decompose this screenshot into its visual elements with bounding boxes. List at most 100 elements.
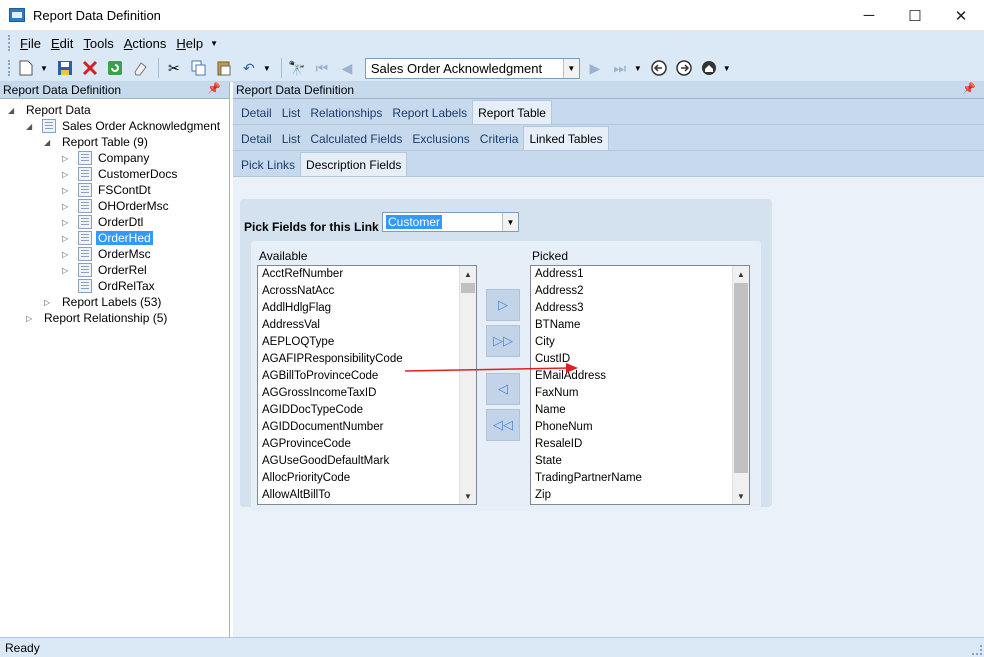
remove-all-fields-button[interactable]: ◁◁ bbox=[486, 409, 520, 441]
menu-help[interactable]: Help bbox=[171, 36, 208, 51]
tree-table-fscontdt[interactable]: ▷ FSContDt bbox=[62, 182, 153, 198]
tab-description-fields[interactable]: Description Fields bbox=[300, 152, 408, 176]
list-item[interactable]: ResaleID bbox=[531, 436, 749, 453]
extra-dropdown-icon[interactable]: ▼ bbox=[723, 64, 731, 73]
scroll-up-icon[interactable]: ▲ bbox=[460, 266, 476, 282]
maximize-button[interactable]: ☐ bbox=[892, 0, 938, 31]
tab-criteria[interactable]: Criteria bbox=[475, 128, 524, 150]
expand-icon[interactable]: ▷ bbox=[62, 250, 72, 259]
delete-icon[interactable] bbox=[79, 57, 101, 79]
list-item[interactable]: AGIDDocumentNumber bbox=[258, 419, 476, 436]
list-item[interactable]: AllocPriorityCode bbox=[258, 470, 476, 487]
expand-icon[interactable]: ▷ bbox=[62, 170, 72, 179]
tree-table-ordreltax[interactable]: OrdRelTax bbox=[62, 278, 157, 294]
scroll-down-icon[interactable]: ▼ bbox=[733, 488, 749, 504]
record-combo[interactable]: Sales Order Acknowledgment ▼ bbox=[364, 57, 580, 79]
expand-icon[interactable]: ▷ bbox=[62, 154, 72, 163]
tab-report-labels[interactable]: Report Labels bbox=[387, 102, 472, 124]
pin-icon[interactable]: 📌 bbox=[207, 82, 221, 95]
list-item[interactable]: Address1 bbox=[531, 266, 749, 283]
list-item[interactable]: FaxNum bbox=[531, 385, 749, 402]
menu-tools[interactable]: Tools bbox=[78, 36, 118, 51]
picked-scrollbar[interactable]: ▲ ▼ bbox=[732, 266, 749, 504]
expand-icon[interactable]: ▷ bbox=[26, 314, 36, 323]
copy-icon[interactable] bbox=[188, 57, 210, 79]
collapse-icon[interactable]: ◢ bbox=[44, 138, 54, 147]
menu-overflow-icon[interactable]: ▼ bbox=[210, 39, 218, 48]
list-item[interactable]: AEPLOQType bbox=[258, 334, 476, 351]
tree-report-relationship[interactable]: ▷ Report Relationship (5) bbox=[26, 310, 169, 326]
add-all-fields-button[interactable]: ▷▷ bbox=[486, 325, 520, 357]
list-item[interactable]: State bbox=[531, 453, 749, 470]
scroll-up-icon[interactable]: ▲ bbox=[733, 266, 749, 282]
tab-pick-links[interactable]: Pick Links bbox=[236, 154, 300, 176]
scroll-thumb[interactable] bbox=[734, 283, 748, 473]
tree-table-ordermsc[interactable]: ▷ OrderMsc bbox=[62, 246, 153, 262]
list-item[interactable]: Address3 bbox=[531, 300, 749, 317]
resize-grip-icon[interactable] bbox=[972, 645, 982, 655]
list-item[interactable]: AcrossNatAcc bbox=[258, 283, 476, 300]
scroll-down-icon[interactable]: ▼ bbox=[460, 488, 476, 504]
undo-dropdown-icon[interactable]: ▼ bbox=[263, 64, 271, 73]
tree-table-orderrel[interactable]: ▷ OrderRel bbox=[62, 262, 149, 278]
list-item[interactable]: Zip bbox=[531, 487, 749, 504]
list-item[interactable]: TradingPartnerName bbox=[531, 470, 749, 487]
new-icon[interactable] bbox=[15, 57, 37, 79]
list-item[interactable]: BTName bbox=[531, 317, 749, 334]
collapse-icon[interactable]: ◢ bbox=[26, 122, 36, 131]
nav-dropdown-icon[interactable]: ▼ bbox=[634, 64, 642, 73]
paste-icon[interactable] bbox=[213, 57, 235, 79]
tree-report-table[interactable]: ◢ Report Table (9) bbox=[44, 134, 150, 150]
cut-icon[interactable]: ✂ bbox=[163, 57, 185, 79]
tree-root[interactable]: ◢ Report Data bbox=[8, 102, 93, 118]
list-item[interactable]: AGIDDocTypeCode bbox=[258, 402, 476, 419]
expand-icon[interactable]: ▷ bbox=[62, 218, 72, 227]
expand-icon[interactable]: ▷ bbox=[62, 202, 72, 211]
tab-table-detail[interactable]: Detail bbox=[236, 128, 277, 150]
pick-fields-combo[interactable]: Customer ▼ bbox=[382, 212, 519, 232]
home-icon[interactable] bbox=[698, 57, 720, 79]
tab-table-list[interactable]: List bbox=[277, 128, 306, 150]
expand-icon[interactable]: ▷ bbox=[44, 298, 54, 307]
list-item[interactable]: AcctRefNumber bbox=[258, 266, 476, 283]
chevron-down-icon[interactable]: ▼ bbox=[562, 58, 579, 78]
undo-icon[interactable]: ↶ bbox=[238, 57, 260, 79]
picked-list[interactable]: Address1 Address2 Address3 BTName City C… bbox=[530, 265, 750, 505]
tab-detail[interactable]: Detail bbox=[236, 102, 277, 124]
tree-table-orderdtl[interactable]: ▷ OrderDtl bbox=[62, 214, 145, 230]
pin-icon[interactable]: 📌 bbox=[962, 82, 976, 95]
tab-exclusions[interactable]: Exclusions bbox=[407, 128, 474, 150]
new-dropdown-icon[interactable]: ▼ bbox=[40, 64, 48, 73]
tab-report-table[interactable]: Report Table bbox=[472, 100, 552, 124]
expand-icon[interactable]: ▷ bbox=[62, 266, 72, 275]
list-item[interactable]: AGGrossIncomeTaxID bbox=[258, 385, 476, 402]
list-item[interactable]: AddlHdlgFlag bbox=[258, 300, 476, 317]
list-item[interactable]: AGProvinceCode bbox=[258, 436, 476, 453]
list-item[interactable]: PhoneNum bbox=[531, 419, 749, 436]
previous-record-icon[interactable]: ◀ bbox=[336, 57, 358, 79]
last-record-icon[interactable]: ⏭ bbox=[609, 57, 631, 79]
available-list[interactable]: AcctRefNumber AcrossNatAcc AddlHdlgFlag … bbox=[257, 265, 477, 505]
expand-icon[interactable]: ▷ bbox=[62, 234, 72, 243]
menu-edit[interactable]: Edit bbox=[46, 36, 78, 51]
close-button[interactable]: ✕ bbox=[938, 0, 984, 31]
search-icon[interactable]: 🔭 bbox=[286, 57, 308, 79]
menu-actions[interactable]: Actions bbox=[119, 36, 172, 51]
chevron-down-icon[interactable]: ▼ bbox=[502, 213, 518, 231]
add-field-button[interactable]: ▷ bbox=[486, 289, 520, 321]
tree-table-orderhed[interactable]: ▷ OrderHed bbox=[62, 230, 153, 246]
tree-table-ohordermsc[interactable]: ▷ OHOrderMsc bbox=[62, 198, 171, 214]
tab-list[interactable]: List bbox=[277, 102, 306, 124]
tree-table-company[interactable]: ▷ Company bbox=[62, 150, 151, 166]
next-record-icon[interactable]: ▶ bbox=[584, 57, 606, 79]
list-item[interactable]: Name bbox=[531, 402, 749, 419]
list-item[interactable]: AllowAltBillTo bbox=[258, 487, 476, 504]
tree-report[interactable]: ◢ Sales Order Acknowledgment bbox=[26, 118, 222, 134]
tree-report-labels[interactable]: ▷ Report Labels (53) bbox=[44, 294, 163, 310]
refresh-icon[interactable] bbox=[104, 57, 126, 79]
list-item[interactable]: AGUseGoodDefaultMark bbox=[258, 453, 476, 470]
list-item[interactable]: AddressVal bbox=[258, 317, 476, 334]
available-scrollbar[interactable]: ▲ ▼ bbox=[459, 266, 476, 504]
collapse-icon[interactable]: ◢ bbox=[8, 106, 18, 115]
list-item[interactable]: Address2 bbox=[531, 283, 749, 300]
